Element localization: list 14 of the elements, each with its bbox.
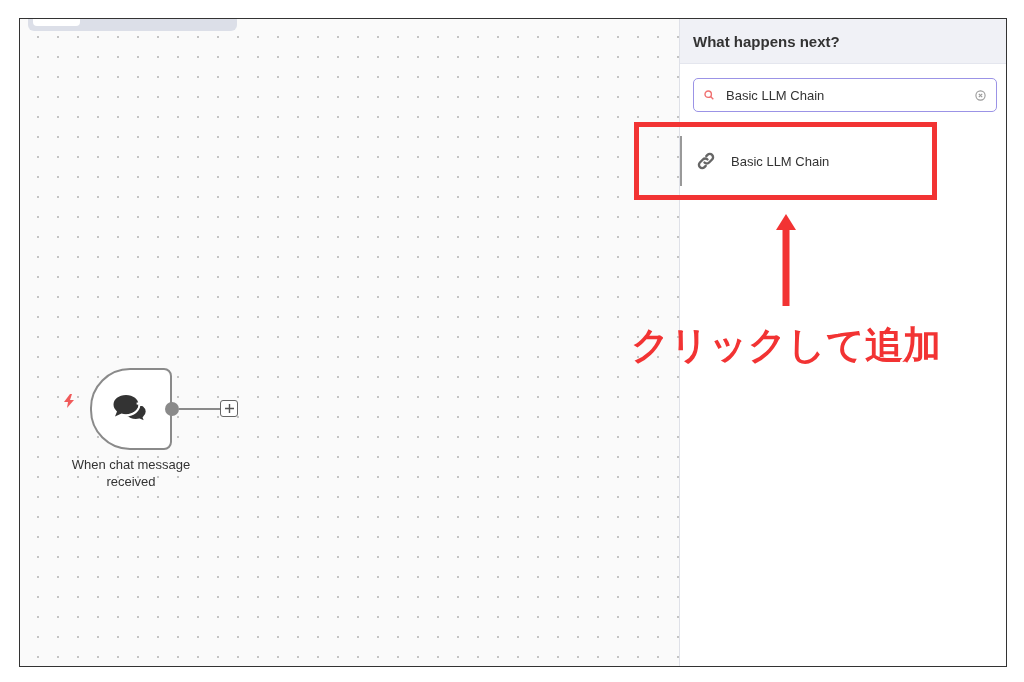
search-input[interactable]: Basic LLM Chain <box>726 87 963 103</box>
lightning-icon <box>63 394 75 408</box>
link-icon <box>697 152 715 170</box>
chat-node[interactable] <box>90 368 172 450</box>
node-label: When chat message received <box>70 456 192 490</box>
search-field[interactable]: Basic LLM Chain <box>693 78 997 112</box>
output-handle[interactable] <box>165 402 179 416</box>
search-icon <box>704 90 714 100</box>
plus-icon <box>224 404 234 413</box>
add-node-button[interactable] <box>220 400 238 417</box>
result-item[interactable]: Basic LLM Chain <box>680 136 1006 186</box>
panel-title: What happens next? <box>680 19 1006 64</box>
clear-icon[interactable] <box>975 89 986 101</box>
annotation-text: クリックして追加 <box>630 322 942 369</box>
